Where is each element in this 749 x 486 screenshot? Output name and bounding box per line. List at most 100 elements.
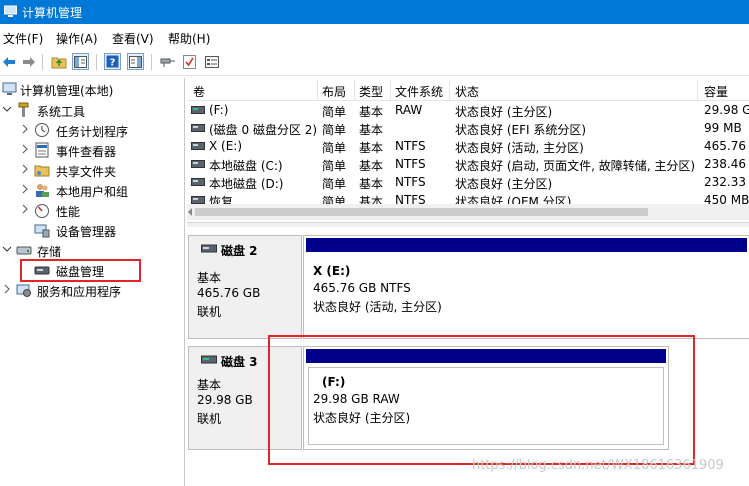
column-volume[interactable]: 卷 <box>193 83 205 100</box>
help-button[interactable]: ? <box>104 53 121 70</box>
cell-type: 基本 <box>359 105 384 119</box>
tree-item-shared-folders[interactable]: 共享文件夹 <box>0 160 184 180</box>
disk-size: 29.98 GB <box>197 393 253 407</box>
volume-icon <box>191 124 205 132</box>
users-icon <box>36 184 49 197</box>
disk-2-label[interactable]: 磁盘 2 基本 465.76 GB 联机 <box>188 235 302 339</box>
chevron-right-icon[interactable] <box>20 144 30 154</box>
cell-capacity: 238.46 G <box>704 157 749 171</box>
table-row[interactable]: X (E:) 简单 基本 NTFS 状态良好 (活动, 主分区) 465.76 … <box>187 137 749 155</box>
toolbar-separator <box>151 54 152 70</box>
scroll-left-icon[interactable] <box>187 208 193 216</box>
menu-action[interactable]: 操作(A) <box>56 30 98 47</box>
tree-item-task-scheduler[interactable]: 任务计划程序 <box>0 120 184 140</box>
show-hide-tree-button[interactable] <box>72 53 89 70</box>
column-divider[interactable] <box>317 80 318 100</box>
chevron-right-icon[interactable] <box>20 124 30 134</box>
shared-folder-icon <box>34 165 50 177</box>
cell-volume: X (E:) <box>209 139 243 153</box>
device-manager-icon <box>34 224 50 238</box>
show-hide-action-pane-button[interactable] <box>127 53 144 70</box>
up-one-level-button[interactable] <box>50 53 67 70</box>
tree-label-shared-folders: 共享文件夹 <box>56 165 117 179</box>
column-status[interactable]: 状态 <box>455 83 479 100</box>
partition-e[interactable]: X (E:) 465.76 GB NTFS 状态良好 (活动, 主分区) <box>303 235 749 339</box>
tree-item-storage[interactable]: 存储 <box>0 240 184 260</box>
watermark: https://blog.csdn.net/WX18616361909 <box>472 458 724 473</box>
disk-name: 磁盘 2 <box>221 244 258 258</box>
tree-item-root[interactable]: 计算机管理(本地) <box>0 79 184 99</box>
cell-layout: 简单 <box>322 177 347 191</box>
forward-button[interactable] <box>20 53 37 70</box>
cell-capacity: 29.98 G <box>704 103 749 117</box>
volume-icon <box>191 160 205 168</box>
back-button[interactable] <box>0 53 17 70</box>
table-row[interactable]: (F:) 简单 基本 RAW 状态良好 (主分区) 29.98 G <box>187 101 749 119</box>
tree-label-performance: 性能 <box>56 205 81 219</box>
column-capacity[interactable]: 容量 <box>704 83 728 100</box>
window-title: 计算机管理 <box>22 6 83 20</box>
chevron-down-icon[interactable] <box>2 244 12 254</box>
table-row[interactable]: 本地磁盘 (C:) 简单 基本 NTFS 状态良好 (启动, 页面文件, 故障转… <box>187 155 749 173</box>
partition-status: 状态良好 (活动, 主分区) <box>313 300 442 314</box>
connect-button[interactable] <box>159 53 176 70</box>
scrollbar-thumb[interactable] <box>195 208 648 216</box>
chevron-right-icon[interactable] <box>20 204 30 214</box>
disk-icon <box>201 355 217 364</box>
chevron-down-icon[interactable] <box>2 104 12 114</box>
table-row[interactable]: (磁盘 0 磁盘分区 2) 简单 基本 状态良好 (EFI 系统分区) 99 M… <box>187 119 749 137</box>
show-hide-console-tree-icon <box>74 55 87 68</box>
table-row[interactable]: 恢复 简单 基本 NTFS 状态良好 (OEM 分区) 450 MB <box>187 191 749 205</box>
services-icon <box>16 284 31 297</box>
horizontal-scrollbar[interactable] <box>187 204 749 220</box>
chevron-right-icon[interactable] <box>20 184 30 194</box>
back-arrow-icon <box>2 56 15 67</box>
tree-item-performance[interactable]: 性能 <box>0 200 184 220</box>
storage-icon <box>16 246 32 255</box>
volume-list-header: 卷 布局 类型 文件系统 状态 容量 <box>187 80 749 101</box>
svg-text:?: ? <box>110 58 116 69</box>
menu-help[interactable]: 帮助(H) <box>168 30 210 47</box>
cell-status: 状态良好 (EFI 系统分区) <box>455 123 587 137</box>
chevron-right-icon[interactable] <box>2 284 12 294</box>
properties-button[interactable] <box>203 53 220 70</box>
tree-item-local-users[interactable]: 本地用户和组 <box>0 180 184 200</box>
column-divider[interactable] <box>449 80 450 100</box>
clock-icon <box>35 123 49 137</box>
cell-layout: 简单 <box>322 141 347 155</box>
performance-gauge-icon <box>35 204 49 218</box>
title-bar: 计算机管理 <box>0 0 749 24</box>
partition-f-highlight <box>268 335 695 465</box>
column-layout[interactable]: 布局 <box>322 83 346 100</box>
cell-capacity: 232.33 G <box>704 175 749 189</box>
tree-item-event-viewer[interactable]: 事件查看器 <box>0 140 184 160</box>
tree-item-device-manager[interactable]: 设备管理器 <box>0 220 184 240</box>
disk-kind: 基本 <box>197 271 222 285</box>
tree-label-event-viewer: 事件查看器 <box>56 145 117 159</box>
checklist-button[interactable] <box>181 53 198 70</box>
menu-view[interactable]: 查看(V) <box>112 30 154 47</box>
menu-file[interactable]: 文件(F) <box>3 30 43 47</box>
volume-icon <box>191 106 205 114</box>
cell-filesystem: NTFS <box>395 175 426 189</box>
chevron-right-icon[interactable] <box>20 164 30 174</box>
cell-volume: (磁盘 0 磁盘分区 2) <box>209 123 318 137</box>
tree-item-system-tools[interactable]: 系统工具 <box>0 100 184 120</box>
column-type[interactable]: 类型 <box>359 83 383 100</box>
volume-rows: (F:) 简单 基本 RAW 状态良好 (主分区) 29.98 G (磁盘 0 … <box>187 101 749 205</box>
checklist-icon <box>183 54 196 69</box>
help-icon: ? <box>106 55 119 68</box>
column-divider[interactable] <box>390 80 391 100</box>
column-divider[interactable] <box>354 80 355 100</box>
disk-name: 磁盘 3 <box>221 355 258 369</box>
table-row[interactable]: 本地磁盘 (D:) 简单 基本 NTFS 状态良好 (主分区) 232.33 G <box>187 173 749 191</box>
cell-type: 基本 <box>359 141 384 155</box>
tree-item-services-apps[interactable]: 服务和应用程序 <box>0 280 184 300</box>
cell-layout: 简单 <box>322 123 347 137</box>
volume-icon <box>191 196 205 204</box>
forward-arrow-icon <box>22 56 35 67</box>
column-divider[interactable] <box>697 80 698 100</box>
disk-kind: 基本 <box>197 378 222 392</box>
tree-label-task-scheduler: 任务计划程序 <box>56 125 129 139</box>
column-filesystem[interactable]: 文件系统 <box>395 83 443 100</box>
